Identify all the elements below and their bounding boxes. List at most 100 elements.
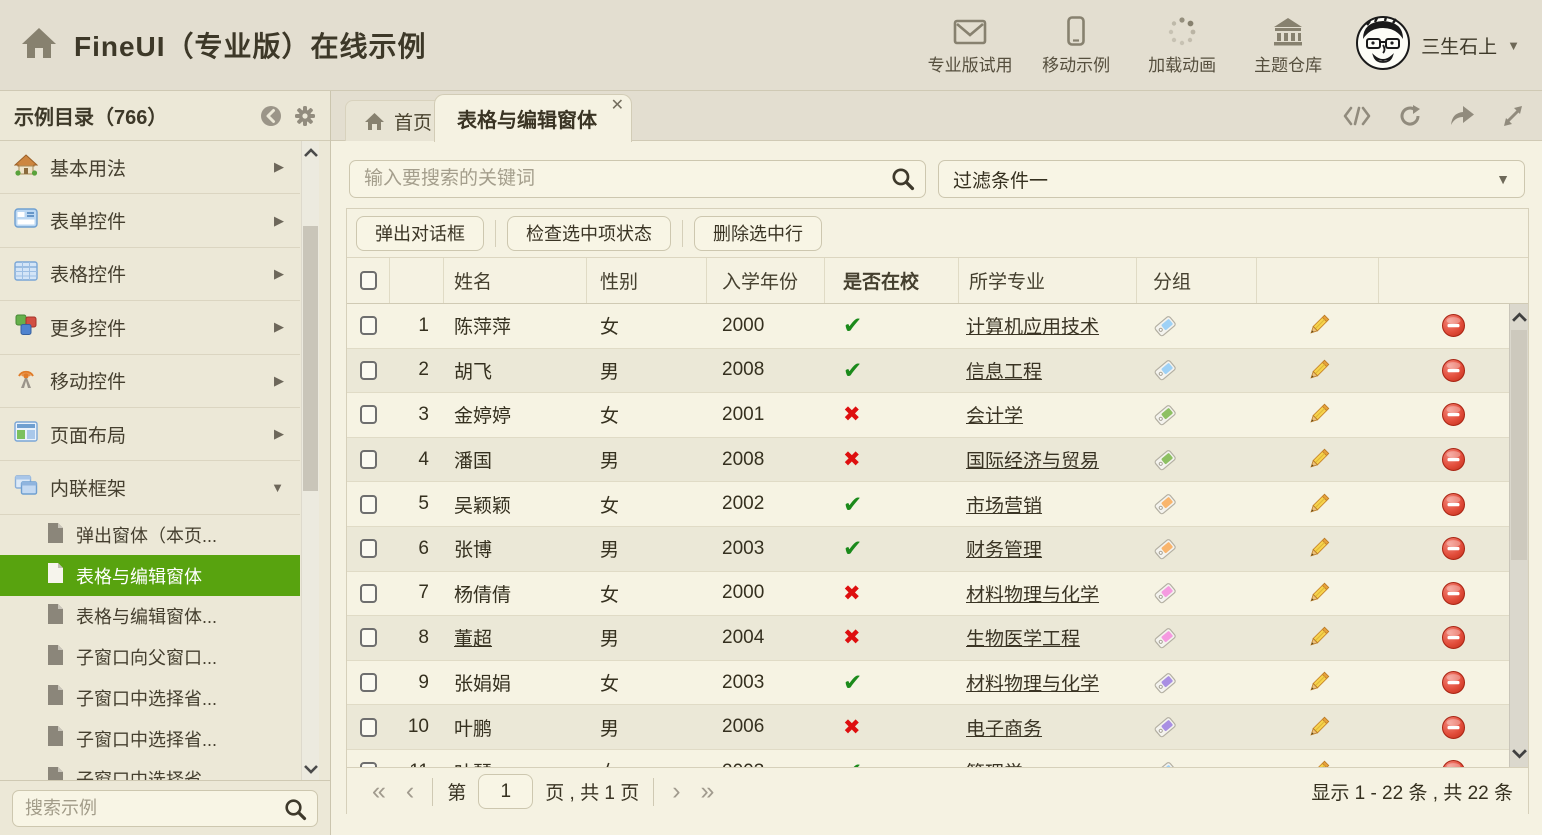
sidebar-item-6[interactable]: 子窗口中选择省... bbox=[0, 718, 300, 759]
row-checkbox[interactable] bbox=[360, 450, 377, 469]
delete-icon[interactable] bbox=[1441, 715, 1466, 740]
sidebar-item-4[interactable]: 子窗口向父窗口... bbox=[0, 637, 300, 678]
major-link[interactable]: 市场营销 bbox=[959, 491, 1042, 518]
column-header-enrolled[interactable]: 是否在校 bbox=[825, 258, 959, 303]
sidebar-item-1[interactable]: 弹出窗体（本页... bbox=[0, 515, 300, 556]
code-icon[interactable] bbox=[1343, 106, 1371, 126]
search-icon[interactable] bbox=[891, 167, 915, 196]
first-page-button[interactable]: « bbox=[362, 779, 396, 804]
delete-icon[interactable] bbox=[1441, 536, 1466, 561]
row-checkbox[interactable] bbox=[360, 584, 377, 603]
search-icon[interactable] bbox=[284, 798, 307, 826]
row-checkbox[interactable] bbox=[360, 495, 377, 514]
major-link[interactable]: 会计学 bbox=[959, 401, 1023, 428]
column-header-gender[interactable]: 性别 bbox=[587, 258, 707, 303]
column-header-num[interactable] bbox=[390, 258, 444, 303]
edit-pencil-icon[interactable] bbox=[1306, 492, 1331, 517]
filter-dropdown[interactable]: 过滤条件一 ▼ bbox=[938, 160, 1525, 198]
row-checkbox[interactable] bbox=[360, 628, 377, 647]
major-link[interactable]: 材料物理与化学 bbox=[959, 580, 1099, 607]
scroll-down-icon[interactable] bbox=[302, 758, 319, 780]
tag-icon[interactable] bbox=[1153, 492, 1177, 516]
header-action-mobile[interactable]: 移动示例 bbox=[1023, 14, 1129, 76]
edit-pencil-icon[interactable] bbox=[1306, 625, 1331, 650]
sidebar-item-2[interactable]: 表格与编辑窗体 bbox=[0, 555, 300, 596]
delete-icon[interactable] bbox=[1441, 625, 1466, 650]
tag-icon[interactable] bbox=[1153, 537, 1177, 561]
sidebar-group-7[interactable]: 内联框架▼ bbox=[0, 461, 300, 514]
header-action-bank[interactable]: 主题仓库 bbox=[1235, 14, 1341, 76]
column-header-group[interactable]: 分组 bbox=[1137, 258, 1257, 303]
prev-page-button[interactable]: ‹ bbox=[396, 779, 424, 804]
column-header-year[interactable]: 入学年份 bbox=[707, 258, 825, 303]
sidebar-group-1[interactable]: 基本用法▶ bbox=[0, 141, 300, 194]
major-link[interactable]: 生物医学工程 bbox=[959, 624, 1080, 651]
tag-icon[interactable] bbox=[1153, 314, 1177, 338]
tag-icon[interactable] bbox=[1153, 358, 1177, 382]
row-checkbox[interactable] bbox=[360, 673, 377, 692]
edit-pencil-icon[interactable] bbox=[1306, 447, 1331, 472]
tag-icon[interactable] bbox=[1153, 760, 1177, 767]
keyword-search-input[interactable] bbox=[350, 168, 925, 190]
edit-pencil-icon[interactable] bbox=[1306, 715, 1331, 740]
sidebar-group-5[interactable]: 移动控件▶ bbox=[0, 355, 300, 408]
row-checkbox[interactable] bbox=[360, 316, 377, 335]
sidebar-group-3[interactable]: 表格控件▶ bbox=[0, 248, 300, 301]
delete-icon[interactable] bbox=[1441, 447, 1466, 472]
edit-pencil-icon[interactable] bbox=[1306, 581, 1331, 606]
row-checkbox[interactable] bbox=[360, 539, 377, 558]
edit-pencil-icon[interactable] bbox=[1306, 313, 1331, 338]
select-all-checkbox[interactable] bbox=[360, 271, 377, 290]
edit-pencil-icon[interactable] bbox=[1306, 536, 1331, 561]
last-page-button[interactable]: » bbox=[691, 779, 725, 804]
delete-icon[interactable] bbox=[1441, 358, 1466, 383]
grid-button-3[interactable]: 删除选中行 bbox=[694, 216, 822, 251]
collapse-sidebar-icon[interactable] bbox=[260, 105, 282, 127]
home-icon[interactable] bbox=[20, 26, 58, 65]
sidebar-item-5[interactable]: 子窗口中选择省... bbox=[0, 677, 300, 718]
column-header-major[interactable]: 所学专业 bbox=[959, 258, 1137, 303]
user-menu[interactable]: 三生石上 ▼ bbox=[1355, 15, 1520, 76]
row-checkbox[interactable] bbox=[360, 405, 377, 424]
sidebar-search-input[interactable] bbox=[13, 798, 317, 819]
close-icon[interactable]: ✕ bbox=[611, 98, 624, 114]
column-header-name[interactable]: 姓名 bbox=[444, 258, 587, 303]
next-page-button[interactable]: › bbox=[662, 779, 690, 804]
tag-icon[interactable] bbox=[1153, 626, 1177, 650]
gear-icon[interactable] bbox=[294, 105, 316, 127]
column-header-del[interactable] bbox=[1379, 258, 1528, 303]
scroll-up-icon[interactable] bbox=[1510, 306, 1528, 328]
header-action-envelope[interactable]: 专业版试用 bbox=[917, 14, 1023, 76]
edit-pencil-icon[interactable] bbox=[1306, 759, 1331, 767]
tag-icon[interactable] bbox=[1153, 671, 1177, 695]
major-link[interactable]: 国际经济与贸易 bbox=[959, 446, 1099, 473]
sidebar-group-4[interactable]: 更多控件▶ bbox=[0, 301, 300, 354]
header-action-spinner[interactable]: 加载动画 bbox=[1129, 14, 1235, 76]
sidebar-group-6[interactable]: 页面布局▶ bbox=[0, 408, 300, 461]
sidebar-item-3[interactable]: 表格与编辑窗体... bbox=[0, 596, 300, 637]
delete-icon[interactable] bbox=[1441, 492, 1466, 517]
major-link[interactable]: 电子商务 bbox=[959, 714, 1042, 741]
grid-button-2[interactable]: 检查选中项状态 bbox=[507, 216, 671, 251]
row-checkbox[interactable] bbox=[360, 718, 377, 737]
row-checkbox[interactable] bbox=[360, 762, 377, 767]
expand-icon[interactable] bbox=[1502, 105, 1524, 127]
sidebar-scrollbar[interactable] bbox=[301, 141, 319, 780]
edit-pencil-icon[interactable] bbox=[1306, 402, 1331, 427]
tag-icon[interactable] bbox=[1153, 448, 1177, 472]
grid-button-1[interactable]: 弹出对话框 bbox=[356, 216, 484, 251]
row-checkbox[interactable] bbox=[360, 361, 377, 380]
delete-icon[interactable] bbox=[1441, 759, 1466, 767]
sidebar-group-2[interactable]: 表单控件▶ bbox=[0, 194, 300, 247]
scrollbar-thumb[interactable] bbox=[1511, 330, 1527, 560]
delete-icon[interactable] bbox=[1441, 402, 1466, 427]
edit-pencil-icon[interactable] bbox=[1306, 358, 1331, 383]
delete-icon[interactable] bbox=[1441, 313, 1466, 338]
page-number-input[interactable] bbox=[478, 774, 533, 809]
column-header-edit[interactable] bbox=[1257, 258, 1379, 303]
delete-icon[interactable] bbox=[1441, 581, 1466, 606]
tag-icon[interactable] bbox=[1153, 715, 1177, 739]
delete-icon[interactable] bbox=[1441, 670, 1466, 695]
major-link[interactable]: 计算机应用技术 bbox=[959, 312, 1099, 339]
edit-pencil-icon[interactable] bbox=[1306, 670, 1331, 695]
